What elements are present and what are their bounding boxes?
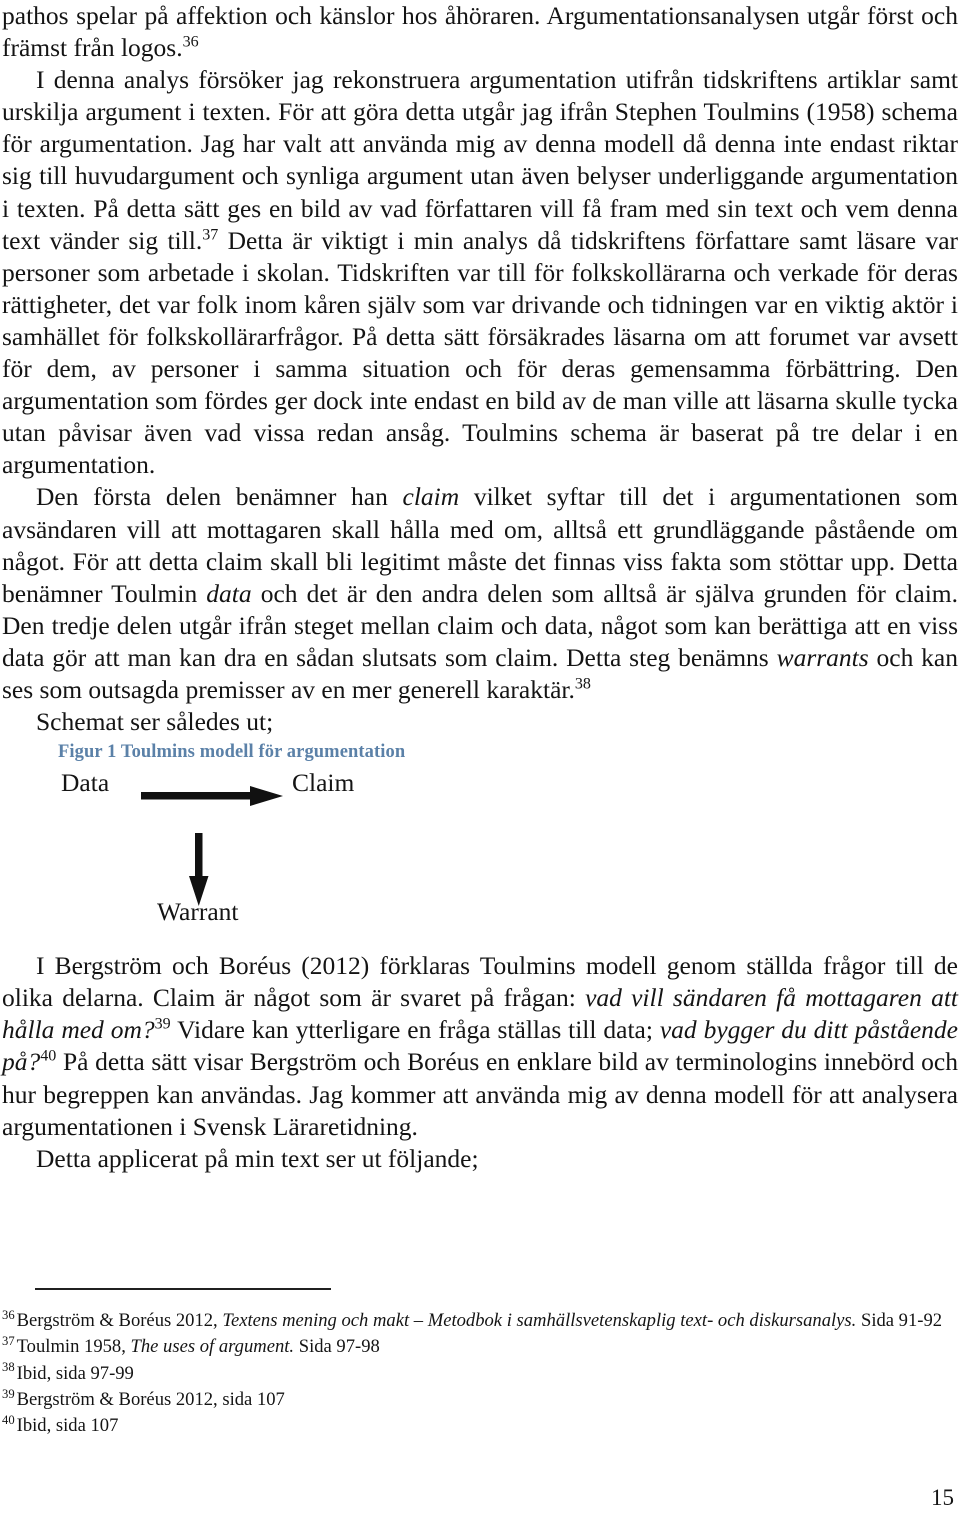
italic-term: claim (402, 482, 460, 512)
footnote-number: 39 (2, 1386, 15, 1401)
paragraph-2: I denna analys försöker jag rekonstruera… (2, 65, 959, 480)
figure-node-claim: Claim (292, 768, 355, 798)
italic-term: Textens mening och makt – Metodbok i sam… (222, 1310, 857, 1331)
figure-node-warrant: Warrant (157, 897, 239, 927)
paragraph-3: Den första delen benämner han claim vilk… (2, 482, 959, 704)
figure-toulmin-model: Figur 1 Toulmins modell för argumentatio… (2, 738, 958, 950)
data-to-warrant-arrow (189, 833, 209, 907)
footnote-marker: 37 (202, 226, 219, 244)
italic-term: The uses of argument. (130, 1336, 295, 1358)
figure-node-data: Data (61, 768, 110, 798)
paragraph-5: I Bergström och Boréus (2012) förklaras … (2, 951, 958, 1141)
footnote-number: 38 (2, 1360, 15, 1375)
footnote-item: 39 Bergström & Boréus 2012, sida 107 (2, 1386, 285, 1410)
paragraph-6: Detta applicerat på min text ser ut följ… (36, 1143, 479, 1173)
document-page: pathos spelar på affektion och känslor h… (0, 0, 960, 1517)
italic-term: data (206, 578, 252, 608)
footnote-separator-rule (35, 1288, 331, 1290)
footnote-zone: 36 Bergström & Boréus 2012, Textens menin… (2, 1288, 958, 1439)
page-number: 15 (931, 1485, 954, 1510)
footnote-number: 36 (2, 1307, 15, 1322)
footnote-item: 37 Toulmin 1958, The uses of argument. Si… (2, 1334, 380, 1358)
footnote-number: 40 (2, 1413, 15, 1427)
footnote-marker: 36 (182, 33, 199, 51)
footnote-number: 37 (2, 1334, 15, 1349)
italic-term: warrants (776, 642, 869, 672)
footnote-marker: 38 (574, 675, 591, 693)
paragraph-1: pathos spelar på affektion och känslor h… (2, 1, 958, 63)
footnote-item: 38 Ibid, sida 97-99 (2, 1360, 134, 1384)
footnote-item: 40 Ibid, sida 107 (2, 1413, 119, 1437)
footnote-item: 36 Bergström & Boréus 2012, Textens menin… (2, 1307, 943, 1331)
body-text-column: pathos spelar på affektion och känslor h… (2, 0, 958, 1175)
data-to-claim-arrow (141, 786, 283, 807)
footnote-marker: 40 (40, 1047, 57, 1065)
footnote-list: 36 Bergström & Boréus 2012, Textens menin… (2, 1308, 958, 1439)
paragraph-4-schema-intro: Schemat ser således ut; (36, 707, 274, 737)
footnote-marker: 39 (154, 1015, 171, 1033)
